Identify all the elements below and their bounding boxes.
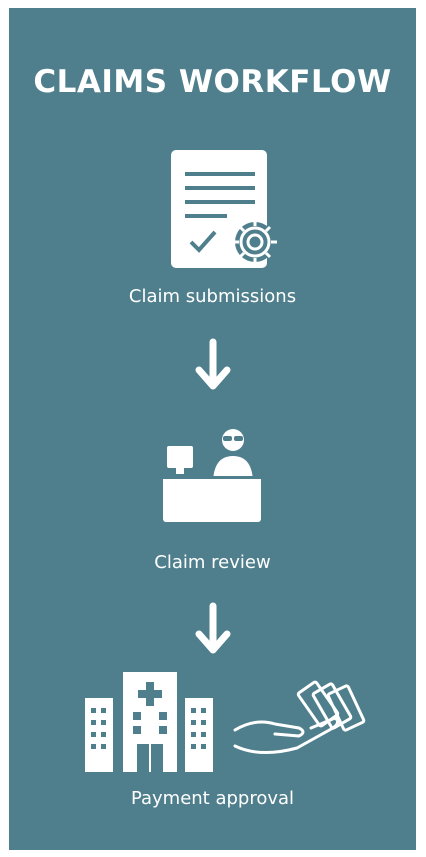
- arrow-down-icon: [195, 338, 231, 390]
- step-label-claim-submissions: Claim submissions: [128, 286, 297, 307]
- document-gear-icon: [171, 150, 277, 268]
- workflow-panel: CLAIMS WORKFLOW Claim submissions Claim …: [9, 8, 416, 850]
- reviewer-desk-icon: [163, 429, 261, 522]
- arrow-down-icon: [195, 602, 231, 654]
- step-label-claim-review: Claim review: [154, 552, 271, 573]
- step-label-payment-approval: Payment approval: [130, 788, 295, 809]
- page-title: CLAIMS WORKFLOW: [33, 64, 392, 100]
- hospital-payment-icon: [85, 672, 366, 772]
